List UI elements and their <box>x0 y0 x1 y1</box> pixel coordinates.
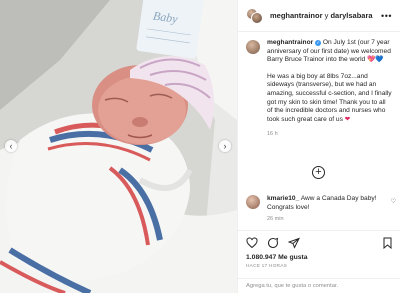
emoji-icons: 💖💙 <box>367 56 384 64</box>
post-details-panel: meghantrainor y darylsabara ••• meghantr… <box>237 0 400 293</box>
author-separator: y <box>324 11 329 20</box>
post-date: HACE 17 HORAS <box>246 264 287 269</box>
caption-paragraph: He was a big boy at 8lbs 7oz...and sidew… <box>267 72 392 123</box>
comment-icon[interactable] <box>267 237 279 249</box>
caption-time[interactable]: 16 h <box>267 130 392 139</box>
post-caption: meghantrainor ✓ On July 1st (our 7 year … <box>238 32 400 139</box>
next-photo-button[interactable]: › <box>219 140 231 152</box>
comment-meta: 26 min <box>267 215 396 224</box>
comment-username[interactable]: kmarie10_ <box>267 195 299 202</box>
avatar <box>251 11 263 24</box>
caption-username[interactable]: meghantrainor <box>267 39 313 46</box>
collab-avatars[interactable] <box>246 7 264 24</box>
action-icons <box>246 236 393 250</box>
comment-body: kmarie10_ Aww a Canada Day baby! Congrat… <box>267 195 396 224</box>
post-authors: meghantrainor y darylsabara <box>270 11 381 20</box>
comment-input[interactable] <box>246 283 393 289</box>
add-comment-bar <box>238 278 400 293</box>
heart-icon[interactable] <box>246 237 258 249</box>
likes-count[interactable]: 1.080.947 Me gusta <box>246 254 393 261</box>
post-actions: 1.080.947 Me gusta HACE 17 HORAS <box>238 230 400 269</box>
author-username[interactable]: meghantrainor <box>270 11 323 20</box>
verified-badge-icon: ✓ <box>315 40 322 46</box>
post-photo: Baby ‹ › <box>0 0 237 293</box>
post-header: meghantrainor y darylsabara ••• <box>238 0 400 32</box>
previous-photo-button[interactable]: ‹ <box>5 140 17 152</box>
share-icon[interactable] <box>288 237 300 249</box>
load-more-comments-button[interactable]: + <box>312 166 325 179</box>
bookmark-icon[interactable] <box>382 237 393 249</box>
baby-photo-illustration: Baby <box>0 0 237 293</box>
avatar[interactable] <box>246 40 260 54</box>
caption-body: meghantrainor ✓ On July 1st (our 7 year … <box>267 39 392 139</box>
like-comment-icon[interactable]: ♡ <box>391 198 396 205</box>
avatar[interactable] <box>246 195 260 209</box>
collaborator-username[interactable]: darylsabara <box>330 11 372 20</box>
comment-item: kmarie10_ Aww a Canada Day baby! Congrat… <box>246 195 396 224</box>
heart-emoji-icon: ❤ <box>344 115 351 123</box>
ellipsis-icon[interactable]: ••• <box>381 11 392 21</box>
comment-time[interactable]: 26 min <box>267 216 284 222</box>
